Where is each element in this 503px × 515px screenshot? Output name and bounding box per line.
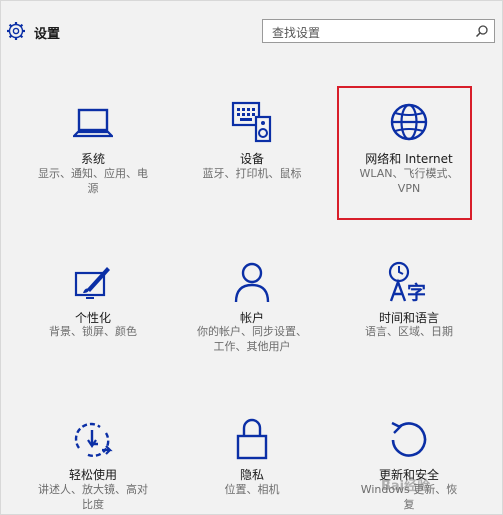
time-language-icon: 字	[388, 261, 426, 303]
tile-description: 讲述人、放大镜、高对 比度	[23, 482, 163, 512]
tile-time-language[interactable]: 字 时间和语言 语言、区域、日期	[339, 259, 479, 354]
tile-label: 设备	[239, 152, 264, 166]
desc-line: 你的帐户、同步设置、	[197, 325, 307, 338]
desc-line: 语言、区域、日期	[365, 325, 453, 338]
watermark: Bai经验	[381, 479, 431, 494]
tile-system[interactable]: 系统 显示、通知、应用、电 源	[23, 96, 163, 206]
desc-line: 显示、通知、应用、电	[38, 167, 148, 180]
tile-devices[interactable]: 设备 蓝牙、打印机、鼠标	[182, 96, 322, 206]
gear-icon	[7, 22, 25, 40]
svg-text:字: 字	[407, 281, 426, 303]
tile-description: 背景、锁屏、颜色	[23, 324, 163, 339]
tile-update-security[interactable]: 更新和安全 Windows 更新、恢 复	[339, 416, 479, 511]
search-placeholder: 查找设置	[272, 26, 321, 40]
search-icon[interactable]	[475, 24, 489, 38]
devices-icon	[231, 101, 272, 143]
lock-icon	[236, 418, 268, 460]
desc-line: 讲述人、放大镜、高对	[38, 483, 148, 496]
tile-label: 系统	[80, 152, 105, 166]
person-icon	[234, 262, 270, 303]
tile-personalization[interactable]: 个性化 背景、锁屏、颜色	[23, 259, 163, 354]
tile-description: 语言、区域、日期	[339, 324, 479, 339]
desc-line: 蓝牙、打印机、鼠标	[202, 167, 302, 180]
tile-privacy[interactable]: 隐私 位置、相机	[182, 416, 322, 511]
desc-line: 复	[403, 498, 415, 511]
ease-of-access-icon	[74, 422, 113, 457]
page-title: 设置	[34, 27, 61, 42]
tile-description: 蓝牙、打印机、鼠标	[182, 166, 322, 181]
update-icon	[391, 421, 427, 457]
highlight-box	[337, 86, 472, 220]
desc-line: 位置、相机	[224, 483, 280, 496]
tile-label: 轻松使用	[68, 468, 117, 482]
paint-icon	[74, 267, 110, 299]
tile-ease-of-access[interactable]: 轻松使用 讲述人、放大镜、高对 比度	[23, 416, 163, 511]
search-input[interactable]: 查找设置	[262, 19, 495, 43]
tile-description: 你的帐户、同步设置、 工作、其他用户	[182, 324, 322, 354]
desc-line: 背景、锁屏、颜色	[49, 325, 137, 338]
tile-description: 位置、相机	[182, 482, 322, 497]
tile-label: 隐私	[239, 468, 264, 482]
desc-line: 源	[87, 182, 99, 195]
laptop-icon	[73, 108, 113, 138]
tile-accounts[interactable]: 帐户 你的帐户、同步设置、 工作、其他用户	[182, 259, 322, 354]
settings-header: 设置 查找设置	[1, 1, 503, 61]
tile-description: 显示、通知、应用、电 源	[23, 166, 163, 196]
desc-line: 比度	[82, 498, 104, 511]
desc-line: 工作、其他用户	[213, 340, 291, 353]
